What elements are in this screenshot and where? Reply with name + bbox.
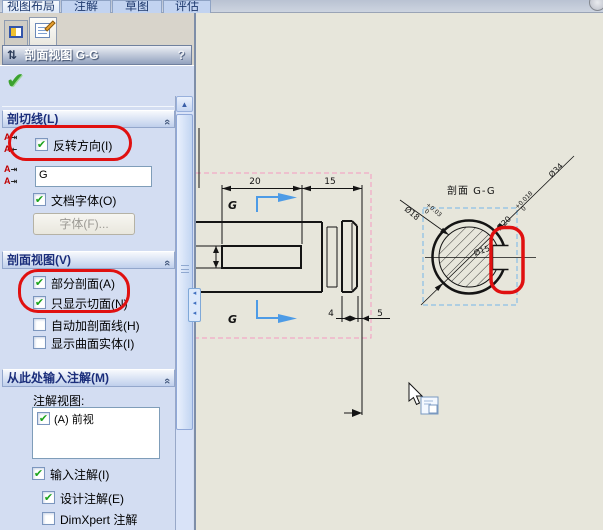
- drawing-graphics-area[interactable]: 20 15 4 5 16.015 G G: [187, 13, 603, 530]
- pm-content: ✔ 剖切线(L) « A⇥ A⇤ ✔ 反转方向(I) A⇥ A⇥ G ✔ 文档字…: [0, 65, 194, 530]
- dia18-tolerance[interactable]: +0.03 0: [421, 201, 444, 223]
- pm-tab-property-manager[interactable]: [29, 17, 57, 45]
- label-icon: A⇥: [4, 164, 18, 174]
- section-label-input[interactable]: G: [35, 166, 152, 187]
- cut-label-top: G: [228, 199, 237, 212]
- design-annotations-checkbox[interactable]: ✔: [42, 491, 55, 504]
- red-highlight-section-options: [18, 269, 130, 313]
- dim-5-text[interactable]: 5: [377, 309, 383, 319]
- front-view-item-label[interactable]: (A) 前视: [54, 411, 94, 427]
- thumb-grip: [181, 265, 189, 273]
- dim-15-text[interactable]: 15: [324, 177, 335, 187]
- import-annotations-checkbox[interactable]: ✔: [32, 467, 45, 480]
- dia18-text[interactable]: Ø18: [403, 204, 422, 222]
- front-view-checkbox[interactable]: ✔: [37, 412, 50, 425]
- document-font-checkbox[interactable]: ✔: [33, 193, 46, 206]
- cut-label-bottom: G: [228, 313, 237, 326]
- cutting-line-G[interactable]: G G: [228, 193, 297, 326]
- red-highlight-reverse: [8, 125, 132, 161]
- display-surface-bodies-label: 显示曲面实体(I): [51, 337, 135, 351]
- scroll-up-icon[interactable]: ▲: [176, 96, 193, 112]
- keyway-rect: [221, 245, 302, 269]
- pm-tab-feature-tree[interactable]: [4, 20, 28, 45]
- auto-hatching-label: 自动加剖面线(H): [51, 319, 140, 333]
- shaft-front-view: [196, 220, 358, 293]
- tab-sketch[interactable]: 草图: [112, 0, 162, 13]
- refresh-arrows-icon: ⇅: [7, 48, 18, 62]
- svg-text:0: 0: [423, 208, 431, 216]
- annotation-view-listbox[interactable]: ✔ (A) 前视: [32, 407, 160, 459]
- document-font-label: 文档字体(O): [51, 194, 117, 208]
- layout-icon: [9, 26, 23, 38]
- chevron-up-icon: «: [160, 118, 173, 126]
- scrollbar-thumb[interactable]: [176, 114, 193, 430]
- divider: [2, 106, 174, 107]
- dim-20-text[interactable]: 20: [249, 177, 261, 187]
- panel-splitter-arrows[interactable]: ◂ ◂ ◂: [188, 288, 201, 322]
- section-header-import-annotation[interactable]: 从此处输入注解(M) «: [2, 369, 175, 387]
- front-view-dimensions: [196, 128, 390, 415]
- chevron-up-icon: «: [160, 259, 173, 267]
- svg-text:0: 0: [520, 205, 528, 213]
- pm-title-bar: ⇅ 剖面视图 G-G ?: [2, 45, 192, 65]
- view-cube-icon[interactable]: [589, 0, 603, 11]
- dimxpert-annotations-label: DimXpert 注解: [60, 513, 138, 527]
- mouse-cursor: [408, 381, 439, 415]
- tab-view-layout[interactable]: 视图布局: [2, 0, 60, 13]
- chevron-up-icon: «: [160, 377, 173, 385]
- section-view-G-G[interactable]: 剖面 G-G Ø18 +0.03 0 Ø20 +0.018 0 Ø34 Ø15: [399, 155, 575, 306]
- section-view-label: 剖面 G-G: [447, 184, 496, 197]
- dia34-text[interactable]: Ø34: [546, 161, 565, 180]
- import-annotations-label: 输入注解(I): [50, 468, 110, 482]
- display-surface-bodies-checkbox[interactable]: [33, 336, 46, 349]
- tab-evaluate[interactable]: 评估: [163, 0, 211, 13]
- section-header-section-view[interactable]: 剖面视图(V) «: [2, 251, 175, 269]
- font-button[interactable]: 字体(F)...: [33, 213, 135, 235]
- auto-hatching-checkbox[interactable]: [33, 318, 46, 331]
- dimxpert-annotations-checkbox[interactable]: [42, 512, 55, 525]
- property-manager-panel: ⇅ 剖面视图 G-G ? ✔ 剖切线(L) « A⇥ A⇤ ✔ 反转方向(I) …: [0, 13, 196, 530]
- label-icon: A⇥: [4, 176, 18, 186]
- ok-button[interactable]: ✔: [6, 68, 24, 94]
- annotation-pencil-icon: [35, 20, 56, 38]
- pm-title: 剖面视图 G-G: [24, 48, 99, 62]
- app-window: 视图布局 注解 草图 评估 20 15 4 5 G G 剖面 G-G Ø18 +…: [0, 0, 603, 530]
- design-annotations-label: 设计注解(E): [60, 492, 124, 506]
- drawing-canvas: 20 15 4 5 16.015 G G: [187, 128, 575, 417]
- tab-annotation[interactable]: 注解: [61, 0, 111, 13]
- dim-4-text[interactable]: 4: [328, 309, 334, 319]
- help-icon[interactable]: ?: [178, 46, 191, 65]
- command-tab-strip: 视图布局 注解 草图 评估: [0, 0, 603, 13]
